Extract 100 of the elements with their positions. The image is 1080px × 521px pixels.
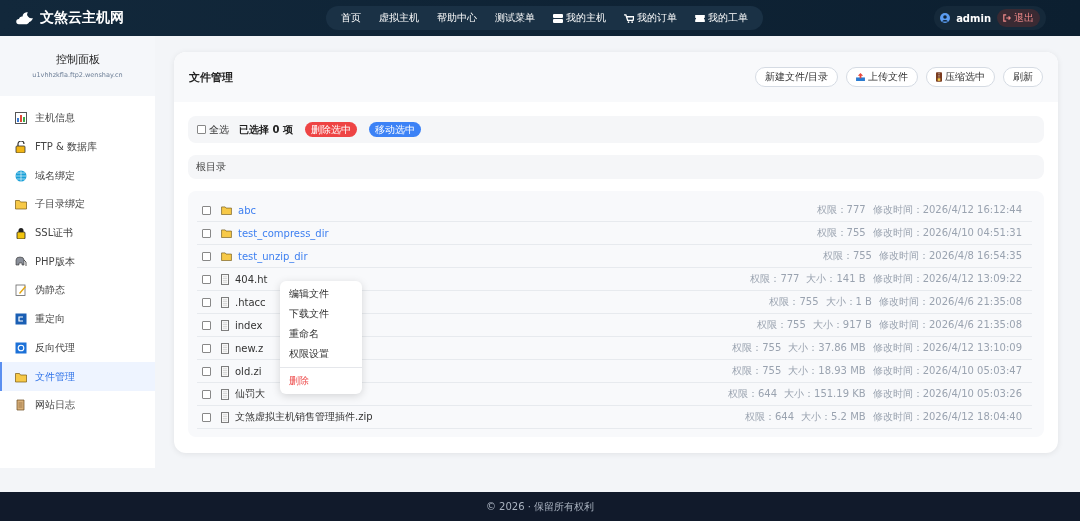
selection-count: 已选择 0 项 [239,122,293,137]
logout-icon [1003,14,1011,22]
sidebar-item[interactable]: 主机信息 [0,104,155,133]
file-name: 404.ht [235,273,268,285]
file-meta: 权限：777 [750,272,800,286]
file-name: 文煞虚拟主机销售管理插件.zip [235,410,373,424]
file-meta: 权限：755 [769,295,819,309]
file-meta: 大小：151.19 KB [784,387,866,401]
row-checkbox[interactable] [202,205,211,215]
file-meta: 修改时间：2026/4/12 13:10:09 [872,341,1022,355]
sidebar-item[interactable]: 伪静态 [0,276,155,305]
delete-selected-button[interactable]: 删除选中 [304,122,357,137]
site-logo[interactable]: 文煞云主机网 [40,9,124,27]
file-meta: 修改时间：2026/4/6 21:35:08 [879,295,1022,309]
card-title: 文件管理 [189,69,233,85]
folder-icon [221,228,232,238]
user-name[interactable]: admin [956,12,991,24]
copyright-text: © 2026 · 保留所有权利 [485,499,595,514]
cart-icon [624,13,634,23]
file-meta: 大小：1 B [825,295,872,309]
file-icon [221,365,229,377]
sidebar-item[interactable]: PHP版本 [0,247,155,277]
redirect-icon [15,313,27,326]
sidebar-item[interactable]: 子目录绑定 [0,190,155,219]
row-checkbox[interactable] [202,228,211,238]
note-icon [15,284,27,297]
file-meta: 权限：755 [816,226,866,240]
file-meta: 修改时间：2026/4/6 21:35:08 [879,318,1022,332]
file-icon [221,273,229,285]
file-name: index [235,319,263,331]
sidebar-item[interactable]: FTP & 数据库 [0,132,155,162]
file-meta: 修改时间：2026/4/10 05:03:26 [872,387,1022,401]
menu-item[interactable]: 编辑文件 [280,284,362,304]
ticket-icon [695,14,705,22]
file-meta: 修改时间：2026/4/8 16:54:35 [879,249,1022,263]
action-button[interactable]: 压缩选中 [926,67,995,87]
file-meta: 大小：18.93 MB [788,364,866,378]
menu-item[interactable]: 下载文件 [280,304,362,324]
nav-link[interactable]: 我的工单 [686,11,757,25]
folder-link[interactable]: test_unzip_dir [238,250,308,262]
nav-link[interactable]: 虚拟主机 [370,11,428,25]
file-meta: 大小：917 B [812,318,872,332]
file-meta: 修改时间：2026/4/12 16:12:44 [872,203,1022,217]
sidebar-item[interactable]: 文件管理 [0,362,155,391]
elephant-icon [15,255,27,268]
folder-icon [221,205,232,215]
server-icon [553,13,563,23]
file-icon [221,411,229,423]
file-name: .htacc [235,296,266,308]
nav-link[interactable]: 我的主机 [544,11,615,25]
folder-link[interactable]: abc [238,204,256,216]
nav-link[interactable]: 首页 [332,11,370,25]
select-all-checkbox[interactable]: 全选 [197,122,229,137]
nav-link[interactable]: 我的订单 [615,11,686,25]
folder-icon [15,198,27,211]
file-name: old.zi [235,365,262,377]
panel-title: 控制面板 [54,52,101,67]
action-button[interactable]: 刷新 [1003,67,1043,87]
sidebar-item[interactable]: SSL证书 [0,218,155,248]
logout-button[interactable]: 退出 [997,9,1040,27]
file-meta: 修改时间：2026/4/10 04:51:31 [872,226,1022,240]
row-checkbox[interactable] [202,297,211,307]
file-meta: 修改时间：2026/4/12 18:04:40 [872,410,1022,424]
nav-link[interactable]: 测试菜单 [486,11,544,25]
menu-item[interactable]: 重命名 [280,324,362,344]
folder-link[interactable]: test_compress_dir [238,227,329,239]
row-checkbox[interactable] [202,320,211,330]
file-meta: 修改时间：2026/4/12 13:09:22 [872,272,1022,286]
chart-icon [15,112,27,125]
file-icon [221,342,229,354]
file-meta: 权限：755 [756,318,806,332]
row-checkbox[interactable] [202,412,211,422]
sidebar-item[interactable]: 网站日志 [0,390,155,420]
action-button[interactable]: 上传文件 [846,67,918,87]
file-meta: 大小：5.2 MB [801,410,866,424]
file-meta: 权限：755 [732,364,782,378]
nav-link[interactable]: 帮助中心 [428,11,486,25]
file-icon [221,296,229,308]
row-checkbox[interactable] [202,343,211,353]
cloud-moon-icon [16,11,34,25]
breadcrumb[interactable]: 根目录 [196,160,226,174]
file-name: new.z [235,342,264,354]
file-name: 仙罚大 [235,387,265,401]
row-checkbox[interactable] [202,366,211,376]
menu-item[interactable]: 权限设置 [280,344,362,364]
folder-icon [15,370,27,383]
row-checkbox[interactable] [202,251,211,261]
proxy-icon [15,341,27,354]
action-button[interactable]: 新建文件/目录 [754,67,838,87]
file-meta: 修改时间：2026/4/10 05:03:47 [872,364,1022,378]
row-checkbox[interactable] [202,274,211,284]
sidebar-item[interactable]: 域名绑定 [0,161,155,191]
sidebar-item[interactable]: 重定向 [0,304,155,334]
file-meta: 权限：644 [727,387,778,401]
sidebar-item[interactable]: 反向代理 [0,333,155,363]
move-selected-button[interactable]: 移动选中 [368,122,421,137]
row-checkbox[interactable] [202,389,211,399]
file-meta: 权限：755 [732,341,782,355]
file-meta: 权限：755 [822,249,872,263]
menu-item[interactable]: 删除 [280,371,362,391]
